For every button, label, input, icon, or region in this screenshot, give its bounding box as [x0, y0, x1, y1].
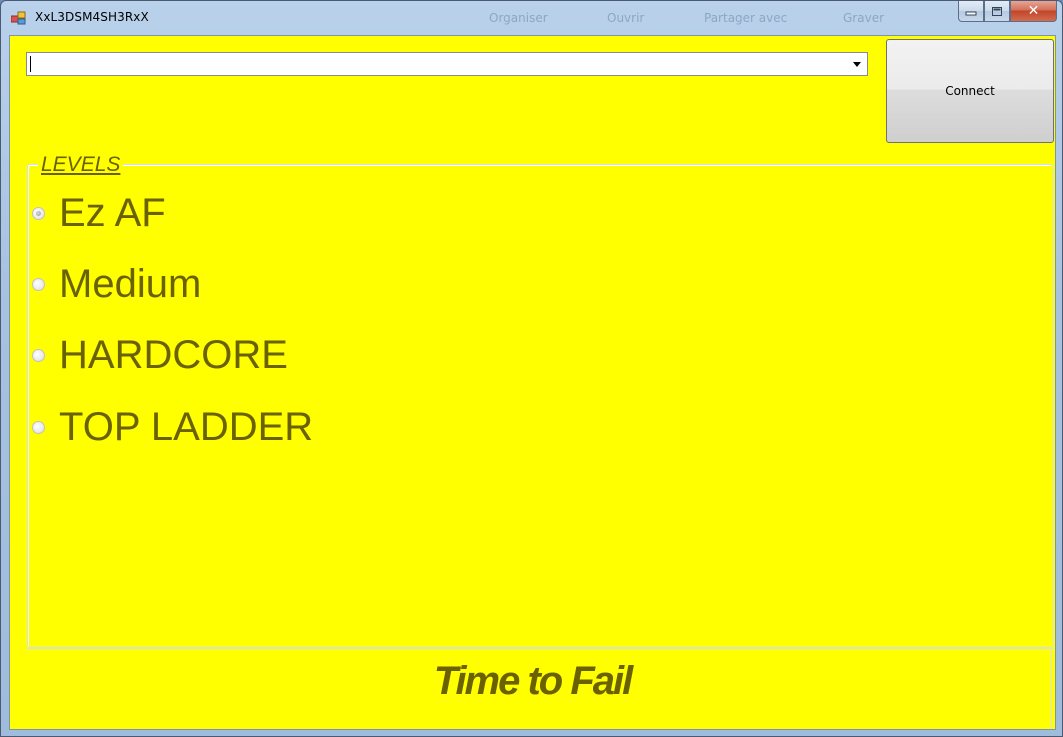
- radio-label[interactable]: Medium: [59, 262, 201, 306]
- radio-option-hardcore[interactable]: HARDCORE: [32, 333, 288, 377]
- radio-option-ez-af[interactable]: Ez AF: [32, 191, 166, 235]
- radio-label[interactable]: TOP LADDER: [59, 405, 313, 449]
- app-window: XxL3DSM4SH3RxX Organiser Ouvrir Partager…: [0, 0, 1063, 737]
- radio-button[interactable]: [32, 206, 45, 220]
- radio-button[interactable]: [32, 420, 45, 434]
- footer-divider: [26, 648, 1054, 649]
- close-icon: ✕: [1027, 3, 1040, 19]
- title-bar[interactable]: XxL3DSM4SH3RxX Organiser Ouvrir Partager…: [1, 1, 1062, 35]
- background-ghost-text: Organiser: [489, 11, 548, 25]
- maximize-button[interactable]: [984, 1, 1010, 22]
- background-ghost-text: Ouvrir: [607, 11, 645, 25]
- minimize-button[interactable]: [958, 1, 984, 22]
- radio-button[interactable]: [32, 277, 45, 291]
- radio-button[interactable]: [32, 348, 45, 362]
- caption-buttons: ✕: [958, 1, 1057, 23]
- form-client-area: Connect LEVELS Ez AF Medium HARDCORE TOP…: [9, 35, 1056, 730]
- minimize-icon: [965, 11, 977, 16]
- connection-combobox[interactable]: [26, 52, 868, 76]
- connect-button[interactable]: Connect: [886, 39, 1054, 143]
- connect-button-label: Connect: [945, 84, 995, 98]
- radio-label[interactable]: Ez AF: [59, 191, 166, 235]
- background-ghost-text: Partager avec: [704, 11, 788, 25]
- radio-option-top-ladder[interactable]: TOP LADDER: [32, 405, 313, 449]
- footer-slogan: Time to Fail: [433, 659, 634, 703]
- levels-legend: LEVELS: [38, 154, 124, 176]
- combobox-value: [30, 56, 31, 72]
- levels-groupbox: LEVELS Ez AF Medium HARDCORE TOP LADDER: [27, 154, 1053, 648]
- radio-option-medium[interactable]: Medium: [32, 262, 201, 306]
- app-icon: [11, 11, 26, 25]
- radio-label[interactable]: HARDCORE: [59, 333, 288, 377]
- close-button[interactable]: ✕: [1010, 1, 1057, 22]
- window-title: XxL3DSM4SH3RxX: [35, 10, 149, 24]
- background-ghost-text: Graver: [843, 11, 885, 25]
- chevron-down-icon[interactable]: [853, 62, 861, 67]
- maximize-icon: [992, 6, 1002, 16]
